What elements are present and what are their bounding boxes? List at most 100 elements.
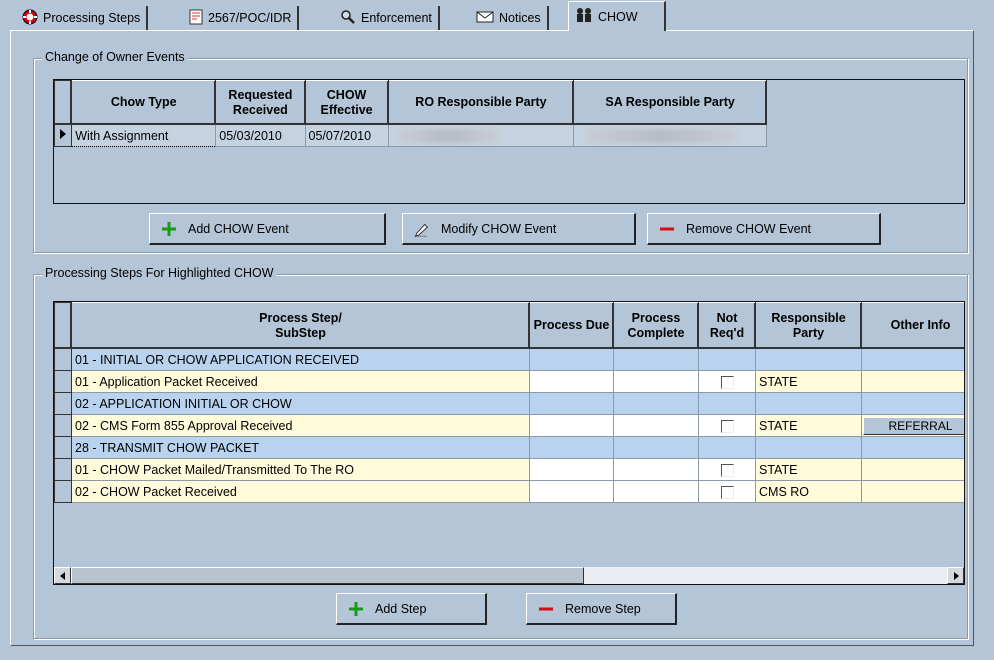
cell-due[interactable]	[529, 458, 614, 481]
tab-chow[interactable]: CHOW	[568, 1, 666, 31]
cell-due[interactable]	[529, 480, 614, 503]
cell-due[interactable]	[529, 414, 614, 437]
table-row[interactable]: 02 - CHOW Packet Received CMS RO	[54, 480, 964, 503]
col-chow-effective[interactable]: CHOW Effective	[304, 80, 389, 125]
col-not-reqd[interactable]: Not Req'd	[698, 302, 756, 349]
cell-complete[interactable]	[613, 392, 699, 415]
cell-not-reqd	[698, 414, 756, 437]
chow-tab-panel: Change of Owner Events Chow Type Request…	[10, 30, 974, 646]
cell-complete[interactable]	[613, 436, 699, 459]
row-selector	[54, 458, 72, 481]
remove-step-button[interactable]: Remove Step	[526, 593, 677, 625]
cell-due[interactable]	[529, 370, 614, 393]
processing-steps-grid[interactable]: Process Step/ SubStep Process Due Proces…	[53, 301, 965, 585]
col-requested-received[interactable]: Requested Received	[215, 80, 306, 125]
cell-due[interactable]	[529, 436, 614, 459]
col-process-step[interactable]: Process Step/ SubStep	[71, 302, 530, 349]
col-process-due[interactable]: Process Due	[529, 302, 614, 349]
cell-complete[interactable]	[613, 348, 699, 371]
tab-label: Enforcement	[361, 11, 432, 25]
pen-icon	[413, 220, 431, 238]
col-ro-responsible-party[interactable]: RO Responsible Party	[387, 80, 575, 125]
cell-complete[interactable]	[613, 370, 699, 393]
cell-party[interactable]: STATE	[755, 370, 862, 393]
row-selector-header	[54, 302, 72, 349]
not-reqd-checkbox[interactable]	[720, 419, 734, 433]
cell-other[interactable]	[861, 458, 964, 481]
cell-ro-party[interactable]	[387, 124, 575, 147]
tab-processing-steps[interactable]: Processing Steps	[16, 6, 149, 30]
cell-step[interactable]: 01 - CHOW Packet Mailed/Transmitted To T…	[71, 458, 530, 481]
cell-step[interactable]: 01 - Application Packet Received	[71, 370, 530, 393]
cell-party[interactable]	[755, 348, 862, 371]
not-reqd-checkbox[interactable]	[720, 463, 734, 477]
cell-step[interactable]: 02 - APPLICATION INITIAL OR CHOW	[71, 392, 530, 415]
tab-enforcement[interactable]: Enforcement	[334, 6, 440, 30]
cell-chow-type[interactable]: With Assignment	[71, 124, 217, 147]
not-reqd-checkbox[interactable]	[720, 485, 734, 499]
cell-complete[interactable]	[613, 458, 699, 481]
cell-other[interactable]	[861, 348, 964, 371]
cell-not-reqd	[698, 392, 756, 415]
referral-button[interactable]: REFERRAL	[863, 416, 964, 435]
table-row[interactable]: 01 - INITIAL OR CHOW APPLICATION RECEIVE…	[54, 348, 964, 371]
add-step-button[interactable]: Add Step	[336, 593, 487, 625]
tab-notices[interactable]: Notices	[470, 6, 549, 30]
lifebuoy-icon	[22, 9, 38, 28]
col-other-info[interactable]: Other Info	[861, 302, 964, 349]
cell-effective[interactable]: 05/07/2010	[304, 124, 389, 147]
scroll-left-icon[interactable]	[54, 567, 71, 584]
cell-party[interactable]	[755, 436, 862, 459]
add-chow-event-button[interactable]: Add CHOW Event	[149, 213, 386, 245]
magnifier-icon	[340, 9, 356, 28]
chow-event-row[interactable]: With Assignment 05/03/2010 05/07/2010	[53, 124, 767, 147]
scrollbar-thumb[interactable]	[71, 567, 584, 584]
table-row[interactable]: 01 - CHOW Packet Mailed/Transmitted To T…	[54, 458, 964, 481]
cell-not-reqd	[698, 458, 756, 481]
cell-complete[interactable]	[613, 480, 699, 503]
cell-party[interactable]: STATE	[755, 414, 862, 437]
table-row[interactable]: 02 - CMS Form 855 Approval Received STAT…	[54, 414, 964, 437]
col-sa-responsible-party[interactable]: SA Responsible Party	[573, 80, 767, 125]
cell-step[interactable]: 01 - INITIAL OR CHOW APPLICATION RECEIVE…	[71, 348, 530, 371]
cell-sa-party[interactable]	[573, 124, 767, 147]
table-row[interactable]: 02 - APPLICATION INITIAL OR CHOW	[54, 392, 964, 415]
col-responsible-party[interactable]: Responsible Party	[755, 302, 862, 349]
cell-other[interactable]	[861, 436, 964, 459]
col-chow-type[interactable]: Chow Type	[71, 80, 217, 125]
not-reqd-checkbox[interactable]	[720, 375, 734, 389]
chow-events-grid[interactable]: Chow Type Requested Received CHOW Effect…	[53, 79, 965, 204]
cell-party[interactable]: STATE	[755, 458, 862, 481]
table-row[interactable]: 28 - TRANSMIT CHOW PACKET	[54, 436, 964, 459]
scroll-right-icon[interactable]	[947, 567, 964, 584]
remove-chow-event-button[interactable]: Remove CHOW Event	[647, 213, 881, 245]
tab-2567-poc-idr[interactable]: 2567/POC/IDR	[183, 6, 300, 30]
row-pointer-icon	[53, 124, 73, 147]
cell-due[interactable]	[529, 392, 614, 415]
people-icon	[575, 7, 593, 26]
modify-chow-event-button[interactable]: Modify CHOW Event	[402, 213, 636, 245]
cell-step[interactable]: 28 - TRANSMIT CHOW PACKET	[71, 436, 530, 459]
cell-step[interactable]: 02 - CHOW Packet Received	[71, 480, 530, 503]
horizontal-scrollbar[interactable]	[54, 567, 964, 584]
cell-other[interactable]	[861, 480, 964, 503]
row-selector	[54, 392, 72, 415]
button-label: Remove CHOW Event	[686, 221, 812, 236]
cell-other[interactable]	[861, 370, 964, 393]
col-process-complete[interactable]: Process Complete	[613, 302, 699, 349]
group-title: Change of Owner Events	[42, 50, 188, 64]
cell-party[interactable]: CMS RO	[755, 480, 862, 503]
cell-step[interactable]: 02 - CMS Form 855 Approval Received	[71, 414, 530, 437]
cell-complete[interactable]	[613, 414, 699, 437]
table-row[interactable]: 01 - Application Packet Received STATE	[54, 370, 964, 393]
plus-icon	[347, 600, 365, 618]
group-title: Processing Steps For Highlighted CHOW	[42, 266, 277, 280]
cell-other[interactable]	[861, 392, 964, 415]
button-label: Add Step	[375, 601, 427, 616]
cell-due[interactable]	[529, 348, 614, 371]
plus-icon	[160, 220, 178, 238]
row-selector	[54, 480, 72, 503]
cell-party[interactable]	[755, 392, 862, 415]
cell-requested[interactable]: 05/03/2010	[215, 124, 306, 147]
row-selector	[54, 414, 72, 437]
